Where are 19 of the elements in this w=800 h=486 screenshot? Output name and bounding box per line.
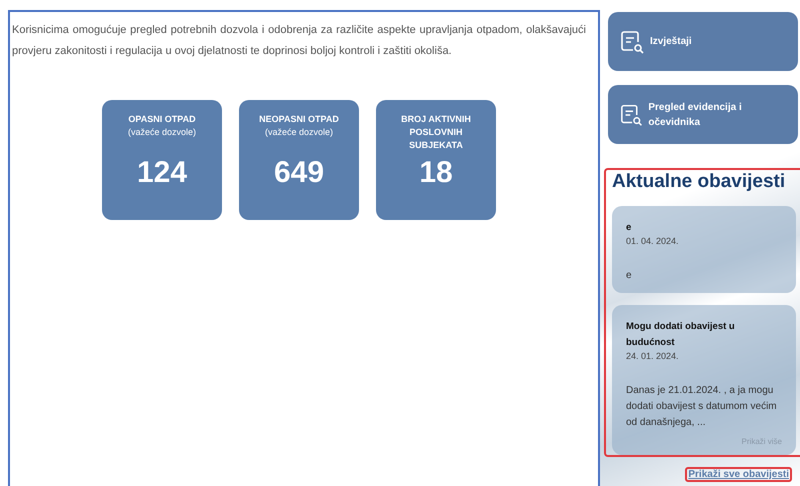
nav-button[interactable]: Izvještaji [608,12,798,71]
document-search-icon [620,102,642,126]
notice-text: Danas je 21.01.2024. , a ja mogu dodati obavijest s datumom većim od današnjega, ... [626,384,778,430]
stat-value: 124 [136,156,188,190]
stat-value: 649 [274,156,324,190]
intro-paragraph: Korisnicima omogućuje pregled potrebnih dozvola i odobrenja za različite aspekte upravljanja otpadom, olakšavajući provjeru zakonitosti i regulacija u ovoj djelatnosti te doprinosi boljoj kontroli i zaštiti okoliša. [12,23,587,59]
document-search-icon [620,30,644,54]
stat-label: BROJ AKTIVNIH POSLOVNIH SUBJEKATA [400,113,472,152]
stat-value: 18 [419,156,453,190]
show-all-notices-link[interactable]: Prikaži sve obavijesti [685,467,792,482]
notice-date: 24. 01. 2024. [626,350,680,361]
stat-label: OPASNI OTPAD (važeće dozvole) [126,113,198,139]
notice-date: 01. 04. 2024. [626,236,680,246]
notice-text: e [626,269,633,283]
notice-title: Mogu dodati obavijest u budućnost [626,320,736,350]
notices-heading: Aktualne obavijesti [612,170,786,194]
stat-label: NEOPASNI OTPAD (važeće dozvole) [258,113,340,139]
notice-title: e [626,221,632,235]
nav-button[interactable]: Pregled evidencija i očevidnika [608,85,798,144]
